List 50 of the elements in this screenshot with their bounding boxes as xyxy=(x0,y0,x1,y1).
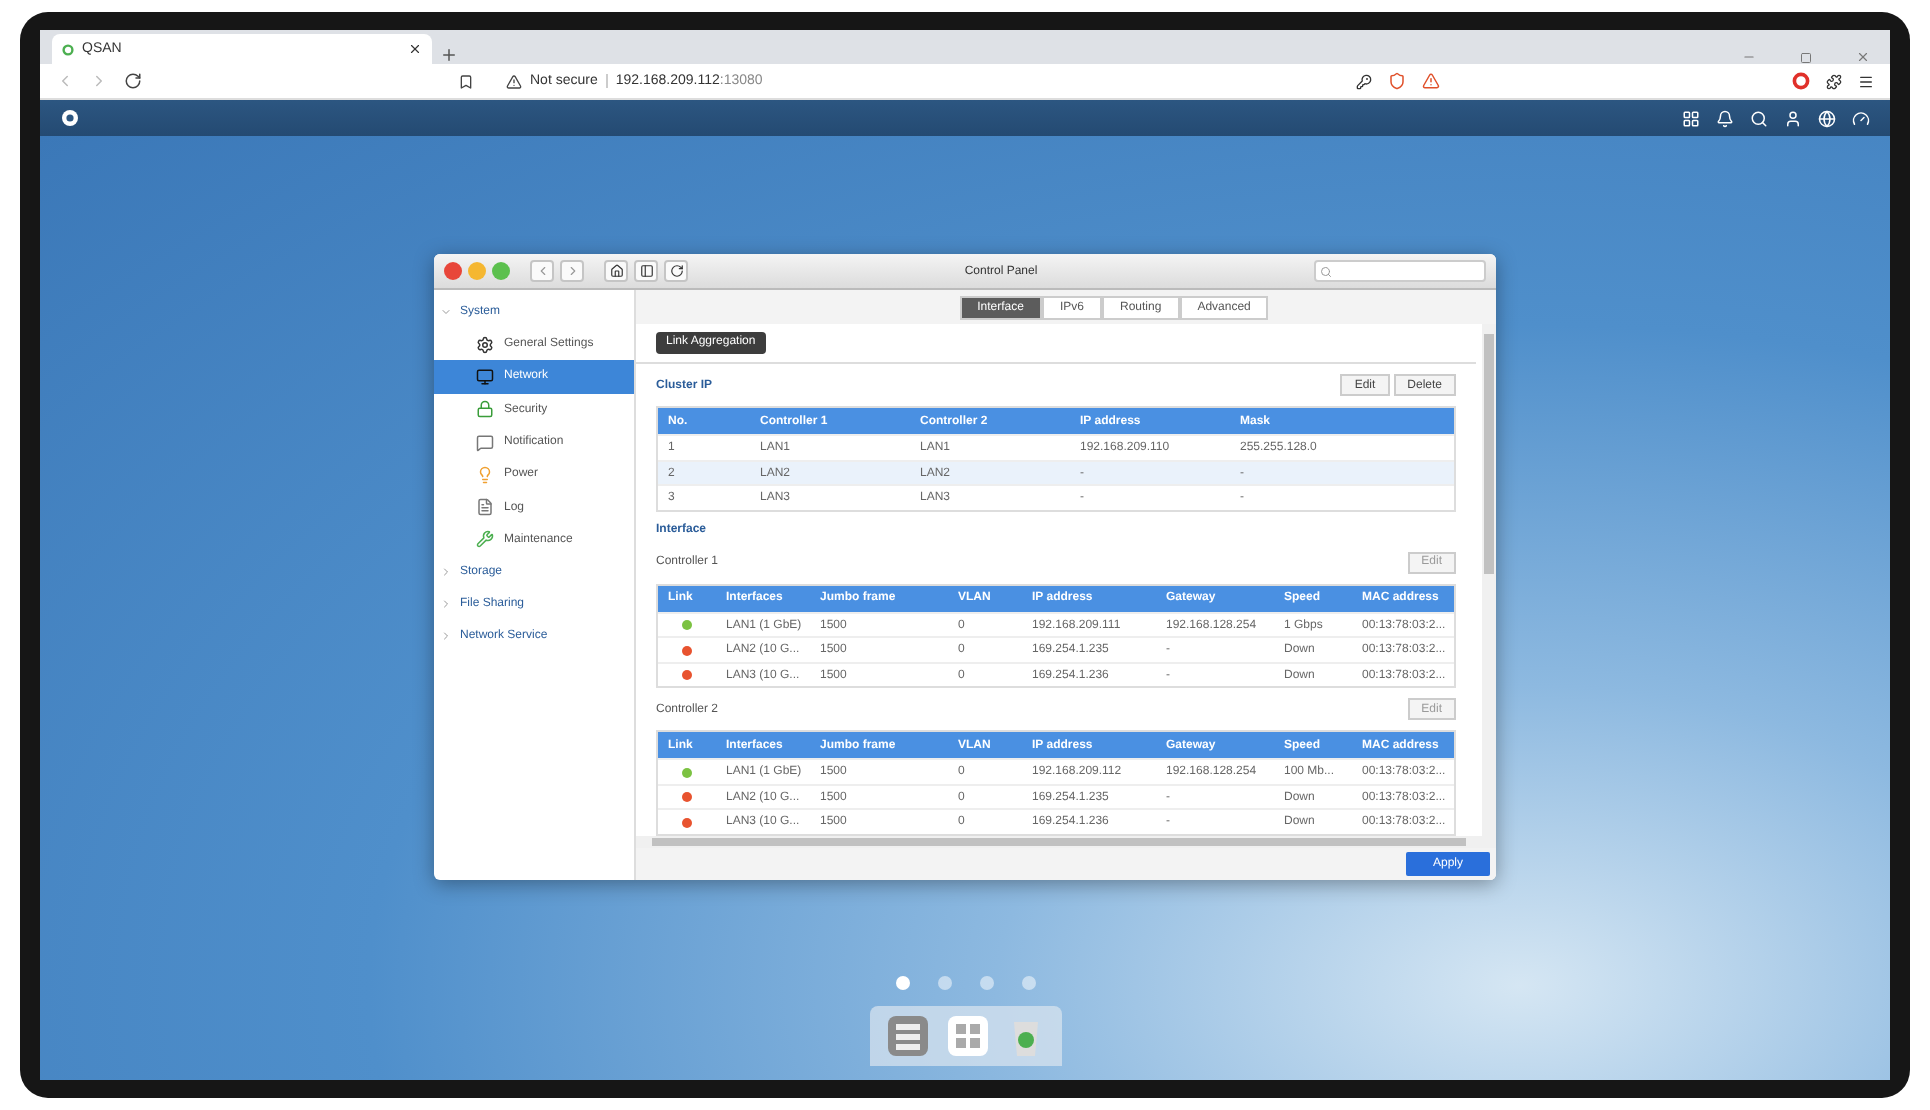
grid-icon[interactable] xyxy=(1682,109,1700,127)
maximize-button[interactable] xyxy=(492,262,510,280)
page-dot[interactable] xyxy=(937,976,951,990)
lightbulb-icon xyxy=(476,465,494,484)
document-icon xyxy=(476,498,494,517)
refresh-button[interactable] xyxy=(664,260,688,282)
site-icon xyxy=(62,43,74,55)
home-icon xyxy=(609,264,623,278)
back-button[interactable] xyxy=(530,260,554,282)
minimize-icon[interactable] xyxy=(1742,50,1756,64)
key-icon[interactable] xyxy=(1356,73,1372,89)
chevron-left-icon xyxy=(535,264,549,278)
reload-icon[interactable] xyxy=(124,72,142,90)
page-dot[interactable] xyxy=(1021,976,1035,990)
user-icon[interactable] xyxy=(1784,109,1802,127)
message-icon xyxy=(476,433,494,452)
search-field[interactable] xyxy=(1314,260,1487,282)
forward-icon[interactable] xyxy=(90,72,108,90)
gauge-icon[interactable] xyxy=(1852,109,1870,127)
shield-icon[interactable] xyxy=(1388,72,1406,90)
grid-app-icon[interactable] xyxy=(946,1014,991,1058)
storage-app-icon[interactable] xyxy=(885,1014,930,1058)
search-icon[interactable] xyxy=(1750,109,1768,127)
refresh-icon xyxy=(669,264,683,278)
wrench-icon xyxy=(476,530,494,549)
puzzle-icon[interactable] xyxy=(1826,73,1842,89)
close-icon[interactable] xyxy=(408,42,422,56)
lock-icon xyxy=(476,400,494,419)
o-logo-icon[interactable] xyxy=(1792,72,1810,90)
logo-icon[interactable] xyxy=(60,108,80,128)
chevron-right-icon xyxy=(565,264,579,278)
page-dot[interactable] xyxy=(979,976,993,990)
warning-icon[interactable] xyxy=(506,73,522,89)
gear-icon xyxy=(476,335,494,354)
close-button[interactable] xyxy=(444,262,462,280)
monitor-icon xyxy=(476,367,494,386)
page-dot[interactable] xyxy=(895,976,909,990)
restore-icon[interactable] xyxy=(1800,52,1812,64)
bell-icon[interactable] xyxy=(1716,109,1734,127)
bookmark-icon[interactable] xyxy=(458,73,474,89)
globe-icon[interactable] xyxy=(1818,109,1836,127)
new-tab-icon[interactable] xyxy=(440,46,458,64)
home-button[interactable] xyxy=(604,260,628,282)
alert-icon[interactable] xyxy=(1422,72,1440,90)
search-icon xyxy=(1320,265,1333,277)
menu-icon[interactable] xyxy=(1858,73,1874,89)
panel-icon xyxy=(639,264,653,278)
back-icon[interactable] xyxy=(56,72,74,90)
forward-button[interactable] xyxy=(560,260,584,282)
sidebar-toggle-button[interactable] xyxy=(634,260,658,282)
